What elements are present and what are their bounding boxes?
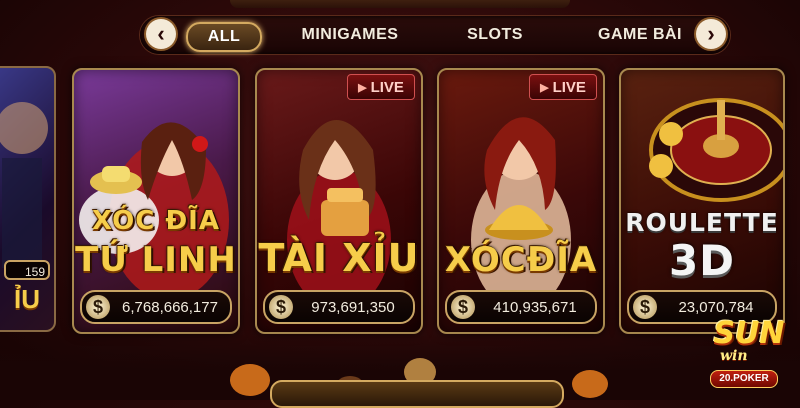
jackpot-display: $ 973,691,350 xyxy=(263,290,415,324)
game-card-xoc-dia-tu-linh[interactable]: XÓC ĐĨA TỨ LINH $ 6,768,666,177 xyxy=(72,68,240,334)
card-title: XÓCĐĨA xyxy=(444,240,598,280)
card-title-line2: TỨ LINH xyxy=(75,240,237,280)
tabs-prev-button[interactable]: ‹ xyxy=(146,19,176,49)
partial-card-jackpot: 159 xyxy=(4,260,50,280)
game-card-xoc-dia[interactable]: ▶ LIVE XÓCĐĨA $ 410,935,671 xyxy=(437,68,605,334)
card-title-line1: XÓC ĐĨA xyxy=(92,206,220,236)
jackpot-display: $ 410,935,671 xyxy=(445,290,597,324)
top-decoration xyxy=(230,0,570,8)
tab-slots[interactable]: SLOTS xyxy=(450,22,540,48)
game-card-roulette-3d[interactable]: ROULETTE 3D $ 23,070,784 xyxy=(619,68,785,334)
logo-brand: SUN xyxy=(713,316,785,351)
chevron-right-icon: › xyxy=(707,21,715,46)
game-card-tai-xiu[interactable]: ▶ LIVE TÀI XỈU $ 973,691,350 xyxy=(255,68,423,334)
tabs-next-button[interactable]: › xyxy=(696,19,726,49)
dollar-icon: $ xyxy=(633,295,657,319)
dollar-icon: $ xyxy=(451,295,475,319)
jackpot-amount: 973,691,350 xyxy=(311,298,395,316)
brand-logo: SUN win 20.POKER xyxy=(698,312,794,392)
card-title: TÀI XỈU xyxy=(258,236,420,280)
jackpot-amount: 410,935,671 xyxy=(493,298,577,316)
chevron-left-icon: ‹ xyxy=(157,21,165,46)
logo-sub: win xyxy=(720,348,748,364)
play-icon: ▶ xyxy=(358,81,367,94)
jackpot-amount: 6,768,666,177 xyxy=(122,298,218,316)
tab-all[interactable]: ALL xyxy=(186,22,262,52)
card-title-line1: ROULETTE xyxy=(625,208,779,237)
play-icon: ▶ xyxy=(540,81,549,94)
live-label: LIVE xyxy=(370,78,404,96)
bottom-panel xyxy=(270,380,564,408)
card-title-line2: 3D xyxy=(668,236,736,285)
logo-domain: 20.POKER xyxy=(710,370,778,388)
jackpot-display: $ 6,768,666,177 xyxy=(80,290,232,324)
tab-game-bai[interactable]: GAME BÀI xyxy=(590,22,690,48)
tab-minigames[interactable]: MINIGAMES xyxy=(290,22,410,48)
partial-card-title: ỈU xyxy=(14,284,40,314)
live-label: LIVE xyxy=(552,78,586,96)
live-badge: ▶ LIVE xyxy=(529,74,597,100)
dollar-icon: $ xyxy=(86,295,110,319)
dollar-icon: $ xyxy=(269,295,293,319)
live-badge: ▶ LIVE xyxy=(347,74,415,100)
